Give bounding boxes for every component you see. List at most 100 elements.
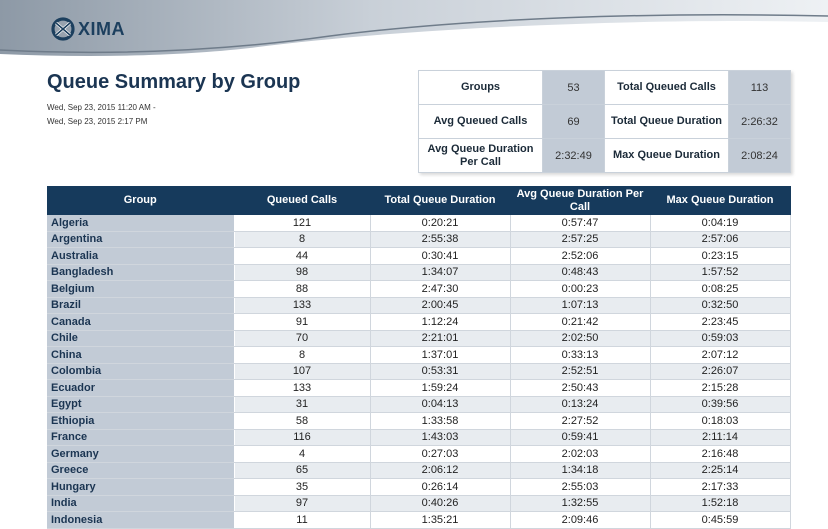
queued-calls-cell: 44 bbox=[234, 247, 371, 265]
table-row: India 97 0:40:26 1:32:55 1:52:18 bbox=[47, 495, 791, 512]
avg-queue-duration-cell: 0:13:24 bbox=[510, 396, 651, 413]
queued-calls-cell: 58 bbox=[234, 412, 371, 430]
queued-calls-cell: 97 bbox=[234, 495, 371, 512]
total-queue-duration-cell: 2:00:45 bbox=[370, 297, 511, 314]
max-queue-duration-cell: 0:32:50 bbox=[650, 297, 791, 314]
avg-queue-duration-cell: 2:52:51 bbox=[510, 363, 651, 380]
group-cell: Argentina bbox=[47, 231, 235, 248]
queued-calls-cell: 88 bbox=[234, 280, 371, 298]
max-queue-duration-cell: 1:52:18 bbox=[650, 495, 791, 512]
max-queue-duration-cell: 2:16:48 bbox=[650, 445, 791, 463]
queued-calls-cell: 98 bbox=[234, 264, 371, 281]
groups-value: 53 bbox=[542, 70, 605, 105]
group-cell: China bbox=[47, 346, 235, 364]
table-header-row: Group Queued Calls Total Queue Duration … bbox=[47, 186, 791, 215]
max-queue-duration-cell: 0:08:25 bbox=[650, 280, 791, 298]
group-cell: Ecuador bbox=[47, 379, 235, 397]
table-row: Argentina 8 2:55:38 2:57:25 2:57:06 bbox=[47, 231, 791, 248]
group-cell: France bbox=[47, 429, 235, 446]
max-queue-duration-cell: 2:23:45 bbox=[650, 313, 791, 331]
table-row: Brazil 133 2:00:45 1:07:13 0:32:50 bbox=[47, 297, 791, 314]
column-header-total-queue-duration[interactable]: Total Queue Duration bbox=[370, 186, 511, 215]
avg-queue-duration-cell: 2:09:46 bbox=[510, 511, 651, 529]
table-row: Belgium 88 2:47:30 0:00:23 0:08:25 bbox=[47, 280, 791, 298]
table-row: Indonesia 11 1:35:21 2:09:46 0:45:59 bbox=[47, 511, 791, 529]
avg-queue-duration-cell: 2:27:52 bbox=[510, 412, 651, 430]
max-queue-duration-label: Max Queue Duration bbox=[604, 138, 729, 173]
queued-calls-cell: 133 bbox=[234, 297, 371, 314]
avg-queue-duration-cell: 2:55:03 bbox=[510, 478, 651, 496]
max-queue-duration-cell: 2:25:14 bbox=[650, 462, 791, 479]
total-queue-duration-cell: 1:12:24 bbox=[370, 313, 511, 331]
table-row: Algeria 121 0:20:21 0:57:47 0:04:19 bbox=[47, 215, 791, 232]
total-queue-duration-cell: 1:34:07 bbox=[370, 264, 511, 281]
avg-queue-duration-cell: 0:00:23 bbox=[510, 280, 651, 298]
total-queue-duration-cell: 0:20:21 bbox=[370, 215, 511, 232]
queued-calls-cell: 8 bbox=[234, 346, 371, 364]
report-date-to: Wed, Sep 23, 2015 2:17 PM bbox=[47, 117, 148, 126]
group-cell: Belgium bbox=[47, 280, 235, 298]
report-date-from: Wed, Sep 23, 2015 11:20 AM - bbox=[47, 103, 156, 112]
queued-calls-cell: 116 bbox=[234, 429, 371, 446]
total-queue-duration-cell: 2:21:01 bbox=[370, 330, 511, 347]
avg-queue-duration-cell: 2:52:06 bbox=[510, 247, 651, 265]
total-queue-duration-cell: 0:30:41 bbox=[370, 247, 511, 265]
max-queue-duration-cell: 0:23:15 bbox=[650, 247, 791, 265]
max-queue-duration-cell: 0:04:19 bbox=[650, 215, 791, 232]
avg-queue-duration-cell: 2:02:50 bbox=[510, 330, 651, 347]
group-cell: Hungary bbox=[47, 478, 235, 496]
total-queue-duration-cell: 0:27:03 bbox=[370, 445, 511, 463]
max-queue-duration-value: 2:08:24 bbox=[728, 138, 791, 173]
max-queue-duration-cell: 1:57:52 bbox=[650, 264, 791, 281]
table-row: Hungary 35 0:26:14 2:55:03 2:17:33 bbox=[47, 478, 791, 496]
group-cell: Ethiopia bbox=[47, 412, 235, 430]
table-row: China 8 1:37:01 0:33:13 2:07:12 bbox=[47, 346, 791, 364]
xima-logo: XIMA bbox=[50, 14, 125, 44]
queued-calls-cell: 8 bbox=[234, 231, 371, 248]
total-queue-duration-cell: 0:26:14 bbox=[370, 478, 511, 496]
column-header-max-queue-duration[interactable]: Max Queue Duration bbox=[650, 186, 791, 215]
table-row: Colombia 107 0:53:31 2:52:51 2:26:07 bbox=[47, 363, 791, 380]
column-header-group[interactable]: Group bbox=[47, 186, 235, 215]
max-queue-duration-cell: 2:07:12 bbox=[650, 346, 791, 364]
table-row: Ethiopia 58 1:33:58 2:27:52 0:18:03 bbox=[47, 412, 791, 430]
avg-queue-duration-cell: 1:07:13 bbox=[510, 297, 651, 314]
queued-calls-cell: 121 bbox=[234, 215, 371, 232]
avg-queue-duration-cell: 2:02:03 bbox=[510, 445, 651, 463]
max-queue-duration-cell: 0:59:03 bbox=[650, 330, 791, 347]
table-row: Ecuador 133 1:59:24 2:50:43 2:15:28 bbox=[47, 379, 791, 397]
avg-queue-duration-cell: 1:34:18 bbox=[510, 462, 651, 479]
group-cell: Greece bbox=[47, 462, 235, 479]
total-queue-duration-label: Total Queue Duration bbox=[604, 104, 729, 139]
table-row: Germany 4 0:27:03 2:02:03 2:16:48 bbox=[47, 445, 791, 463]
table-row: Egypt 31 0:04:13 0:13:24 0:39:56 bbox=[47, 396, 791, 413]
total-queue-duration-cell: 2:06:12 bbox=[370, 462, 511, 479]
queued-calls-cell: 133 bbox=[234, 379, 371, 397]
table-row: Greece 65 2:06:12 1:34:18 2:25:14 bbox=[47, 462, 791, 479]
avg-queue-duration-cell: 0:59:41 bbox=[510, 429, 651, 446]
avg-queue-duration-cell: 2:57:25 bbox=[510, 231, 651, 248]
group-cell: Germany bbox=[47, 445, 235, 463]
group-cell: Bangladesh bbox=[47, 264, 235, 281]
max-queue-duration-cell: 0:18:03 bbox=[650, 412, 791, 430]
total-queue-duration-cell: 2:47:30 bbox=[370, 280, 511, 298]
column-header-avg-queue-duration[interactable]: Avg Queue Duration Per Call bbox=[510, 186, 651, 215]
total-queue-duration-cell: 0:04:13 bbox=[370, 396, 511, 413]
avg-queue-duration-cell: 0:48:43 bbox=[510, 264, 651, 281]
column-header-queued-calls[interactable]: Queued Calls bbox=[234, 186, 371, 215]
total-queue-duration-cell: 2:55:38 bbox=[370, 231, 511, 248]
total-queue-duration-value: 2:26:32 bbox=[728, 104, 791, 139]
group-cell: Egypt bbox=[47, 396, 235, 413]
max-queue-duration-cell: 0:45:59 bbox=[650, 511, 791, 529]
logo-text: XIMA bbox=[78, 18, 125, 39]
avg-queue-duration-label: Avg Queue Duration Per Call bbox=[418, 138, 543, 173]
max-queue-duration-cell: 2:17:33 bbox=[650, 478, 791, 496]
summary-table: Groups 53 Total Queued Calls 113 Avg Que… bbox=[418, 70, 791, 173]
avg-queue-duration-cell: 0:33:13 bbox=[510, 346, 651, 364]
total-queue-duration-cell: 1:43:03 bbox=[370, 429, 511, 446]
avg-queue-duration-cell: 1:32:55 bbox=[510, 495, 651, 512]
group-cell: Chile bbox=[47, 330, 235, 347]
group-cell: Canada bbox=[47, 313, 235, 331]
queue-summary-table: Group Queued Calls Total Queue Duration … bbox=[47, 186, 791, 529]
table-row: Bangladesh 98 1:34:07 0:48:43 1:57:52 bbox=[47, 264, 791, 281]
